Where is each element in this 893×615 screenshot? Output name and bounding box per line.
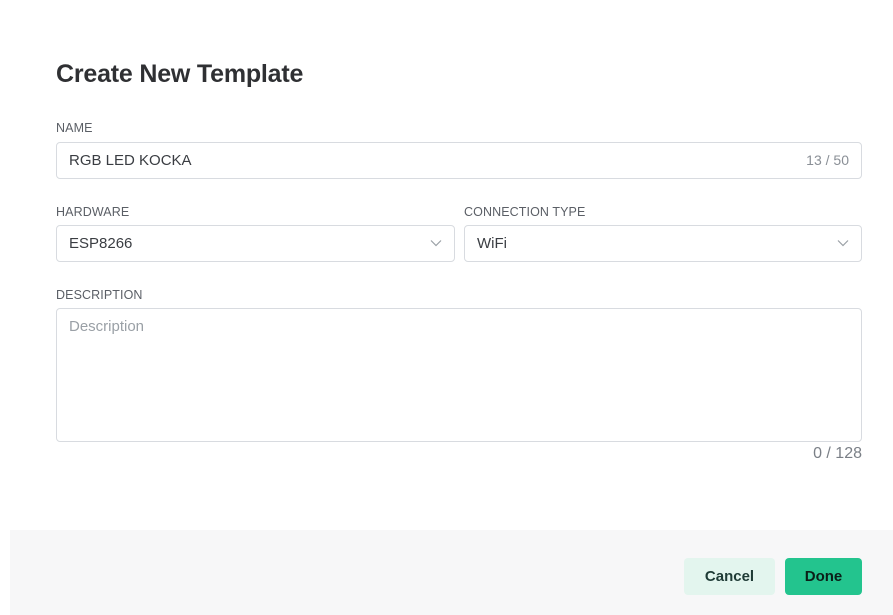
connection-type-select-value: WiFi bbox=[477, 235, 507, 252]
description-placeholder: Description bbox=[69, 318, 145, 335]
hardware-select-value: ESP8266 bbox=[69, 235, 133, 252]
hardware-select[interactable]: ESP8266 bbox=[56, 225, 455, 262]
name-input-value: RGB LED KOCKA bbox=[69, 152, 192, 169]
hardware-label: HARDWARE bbox=[56, 205, 130, 219]
connection-type-select[interactable]: WiFi bbox=[464, 225, 862, 262]
name-input[interactable]: RGB LED KOCKA 13 / 50 bbox=[56, 142, 862, 179]
description-textarea[interactable]: Description bbox=[56, 308, 862, 442]
connection-type-label: CONNECTION TYPE bbox=[464, 205, 586, 219]
done-button[interactable]: Done bbox=[785, 558, 862, 595]
create-template-dialog: Create New Template NAME RGB LED KOCKA 1… bbox=[0, 0, 893, 615]
name-char-counter: 13 / 50 bbox=[806, 152, 849, 168]
description-label: DESCRIPTION bbox=[56, 288, 143, 302]
chevron-down-icon bbox=[837, 237, 849, 247]
dialog-title: Create New Template bbox=[56, 60, 304, 88]
chevron-down-icon bbox=[430, 237, 442, 247]
cancel-button[interactable]: Cancel bbox=[684, 558, 775, 595]
name-label: NAME bbox=[56, 121, 93, 135]
description-char-counter: 0 / 128 bbox=[813, 445, 862, 462]
